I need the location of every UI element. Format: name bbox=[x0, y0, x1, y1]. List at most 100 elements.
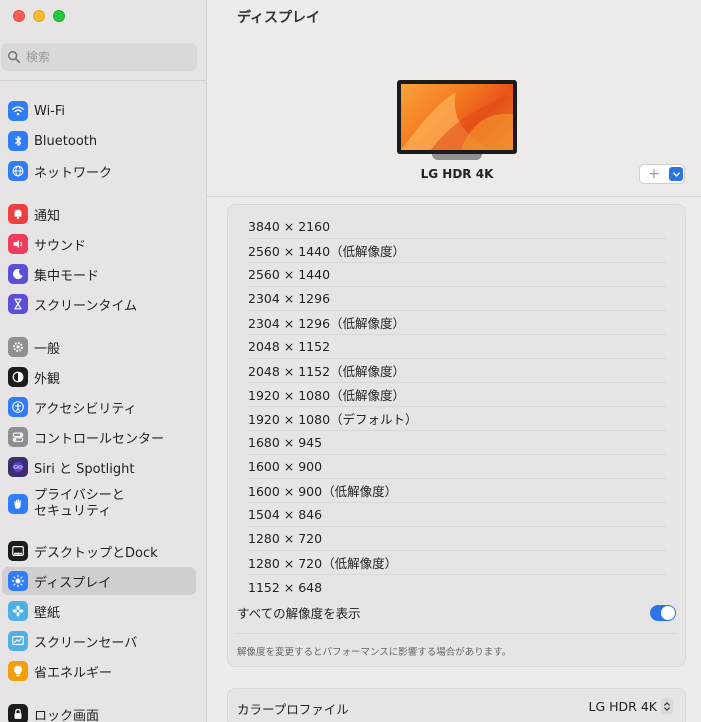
resolution-option[interactable]: 2560 × 1440 bbox=[248, 263, 666, 287]
search-field[interactable] bbox=[1, 43, 197, 71]
sidebar: Wi-Fi Bluetooth ネットワーク通知サウンド集中モードスクリーンタイム一… bbox=[0, 0, 207, 722]
sidebar-item-lock[interactable]: ロック画面 bbox=[2, 700, 196, 722]
sidebar-item-screensaver[interactable]: スクリーンセーバ bbox=[2, 627, 196, 655]
wallpaper-image bbox=[401, 84, 513, 150]
bulb-icon bbox=[8, 661, 28, 681]
sidebar-item-label-line2: セキュリティ bbox=[34, 504, 112, 519]
header-divider bbox=[207, 196, 701, 197]
sidebar-item-hand[interactable]: プライバシーと セキュリティ bbox=[2, 486, 196, 522]
gear-icon bbox=[8, 337, 28, 357]
resolution-option[interactable]: 1280 × 720 bbox=[248, 527, 666, 551]
wifi-icon bbox=[8, 101, 28, 121]
hand-icon bbox=[8, 494, 28, 514]
color-profile-label: カラープロファイル bbox=[237, 702, 349, 717]
sidebar-item-label-line1: プライバシーと bbox=[34, 488, 125, 503]
sidebar-item-label: デスクトップとDock bbox=[34, 545, 158, 561]
sun-icon bbox=[8, 571, 28, 591]
sidebar-item-siri[interactable]: Siri と Spotlight bbox=[2, 453, 196, 481]
sidebar-item-moon[interactable]: 集中モード bbox=[2, 260, 196, 288]
sidebar-item-label: ディスプレイ bbox=[34, 575, 112, 591]
sidebar-item-globe[interactable]: ネットワーク bbox=[2, 157, 196, 185]
hourglass-icon bbox=[8, 294, 28, 314]
resolution-option[interactable]: 1920 × 1080（低解像度） bbox=[248, 383, 666, 407]
plus-icon: + bbox=[648, 166, 660, 182]
lock-icon bbox=[8, 704, 28, 722]
sidebar-item-accessibility[interactable]: アクセシビリティ bbox=[2, 393, 196, 421]
screensaver-icon bbox=[8, 631, 28, 651]
resolution-option[interactable]: 1600 × 900 bbox=[248, 455, 666, 479]
sidebar-item-label: ネットワーク bbox=[34, 165, 113, 181]
search-icon bbox=[8, 51, 21, 64]
monitor-name: LG HDR 4K bbox=[420, 167, 494, 181]
sidebar-item-bell[interactable]: 通知 bbox=[2, 200, 196, 228]
sidebar-item-label: Bluetooth bbox=[34, 133, 98, 149]
sidebar-item-dock[interactable]: デスクトップとDock bbox=[2, 537, 196, 565]
updown-chevron-icon bbox=[661, 698, 673, 714]
sidebar-item-appearance[interactable]: 外観 bbox=[2, 363, 196, 391]
show-all-resolutions-label: すべての解像度を表示 bbox=[237, 606, 361, 621]
sidebar-item-label: スクリーンタイム bbox=[34, 298, 138, 314]
performance-note: 解像度を変更するとパフォーマンスに影響する場合があります。 bbox=[237, 647, 512, 658]
sidebar-item-label: 省エネルギー bbox=[34, 665, 113, 681]
sidebar-item-label: コントロールセンター bbox=[34, 431, 165, 447]
sidebar-item-label: 壁紙 bbox=[34, 605, 61, 621]
show-all-resolutions-toggle[interactable] bbox=[650, 605, 676, 621]
toggles-icon bbox=[8, 427, 28, 447]
resolution-option[interactable]: 1280 × 720（低解像度） bbox=[248, 551, 666, 575]
resolution-option[interactable]: 1504 × 846 bbox=[248, 503, 666, 527]
resolution-option[interactable]: 3840 × 2160 bbox=[248, 215, 666, 239]
sidebar-item-label: Siri と Spotlight bbox=[34, 461, 135, 477]
resolution-panel: 3840 × 2160 2560 × 1440（低解像度） 2560 × 1440 2… bbox=[227, 204, 686, 667]
monitor-stand bbox=[432, 154, 482, 160]
sidebar-item-bulb[interactable]: 省エネルギー bbox=[2, 657, 196, 685]
main-content: ディスプレイ LG HDR 4K + 3840 × 2160 2560 × 14… bbox=[207, 0, 701, 722]
bluetooth-icon bbox=[8, 131, 28, 151]
appearance-icon bbox=[8, 367, 28, 387]
resolution-option[interactable]: 2304 × 1296 bbox=[248, 287, 666, 311]
display-header-area: ディスプレイ LG HDR 4K + bbox=[207, 0, 701, 196]
accessibility-icon bbox=[8, 397, 28, 417]
color-profile-panel: カラープロファイル LG HDR 4K bbox=[227, 688, 686, 722]
dock-icon bbox=[8, 541, 28, 561]
sidebar-item-label: 集中モード bbox=[34, 268, 100, 284]
sidebar-item-bluetooth[interactable]: Bluetooth bbox=[2, 127, 196, 155]
minimize-window-button[interactable] bbox=[33, 10, 45, 22]
sidebar-item-label: ロック画面 bbox=[34, 708, 100, 722]
sidebar-item-flower[interactable]: 壁紙 bbox=[2, 597, 196, 625]
speaker-icon bbox=[8, 234, 28, 254]
resolution-option[interactable]: 1920 × 1080（デフォルト） bbox=[248, 407, 666, 431]
sidebar-item-label: Wi-Fi bbox=[34, 103, 66, 119]
sidebar-item-toggles[interactable]: コントロールセンター bbox=[2, 423, 196, 451]
sidebar-item-label: 通知 bbox=[34, 208, 61, 224]
sidebar-item-gear[interactable]: 一般 bbox=[2, 333, 196, 361]
sidebar-item-label: スクリーンセーバ bbox=[34, 635, 138, 651]
resolution-option[interactable]: 2048 × 1152（低解像度） bbox=[248, 359, 666, 383]
resolution-option[interactable]: 1680 × 945 bbox=[248, 431, 666, 455]
sidebar-item-label: 外観 bbox=[34, 371, 61, 387]
resolution-option[interactable]: 2560 × 1440（低解像度） bbox=[248, 239, 666, 263]
sidebar-item-label: プライバシーと セキュリティ bbox=[34, 488, 125, 520]
search-input[interactable] bbox=[26, 50, 186, 64]
toggle-knob bbox=[661, 606, 675, 620]
page-title: ディスプレイ bbox=[237, 10, 321, 26]
sidebar-item-label: サウンド bbox=[34, 238, 87, 254]
resolution-option[interactable]: 1152 × 648 bbox=[248, 575, 666, 599]
color-profile-popup[interactable]: LG HDR 4K bbox=[589, 698, 673, 714]
add-display-popup[interactable]: + bbox=[639, 164, 685, 184]
sidebar-item-sun[interactable]: ディスプレイ bbox=[2, 567, 196, 595]
siri-icon bbox=[8, 457, 28, 477]
monitor-thumbnail[interactable] bbox=[397, 80, 517, 162]
flower-icon bbox=[8, 601, 28, 621]
sidebar-item-speaker[interactable]: サウンド bbox=[2, 230, 196, 258]
chevron-down-icon bbox=[669, 167, 683, 181]
close-window-button[interactable] bbox=[13, 10, 25, 22]
bell-icon bbox=[8, 204, 28, 224]
sidebar-item-label: アクセシビリティ bbox=[34, 401, 137, 417]
sidebar-item-wifi[interactable]: Wi-Fi bbox=[2, 97, 196, 125]
resolution-option[interactable]: 1600 × 900（低解像度） bbox=[248, 479, 666, 503]
resolution-option[interactable]: 2048 × 1152 bbox=[248, 335, 666, 359]
sidebar-divider bbox=[0, 80, 207, 81]
resolution-option[interactable]: 2304 × 1296（低解像度） bbox=[248, 311, 666, 335]
sidebar-item-hourglass[interactable]: スクリーンタイム bbox=[2, 290, 196, 318]
zoom-window-button[interactable] bbox=[53, 10, 65, 22]
